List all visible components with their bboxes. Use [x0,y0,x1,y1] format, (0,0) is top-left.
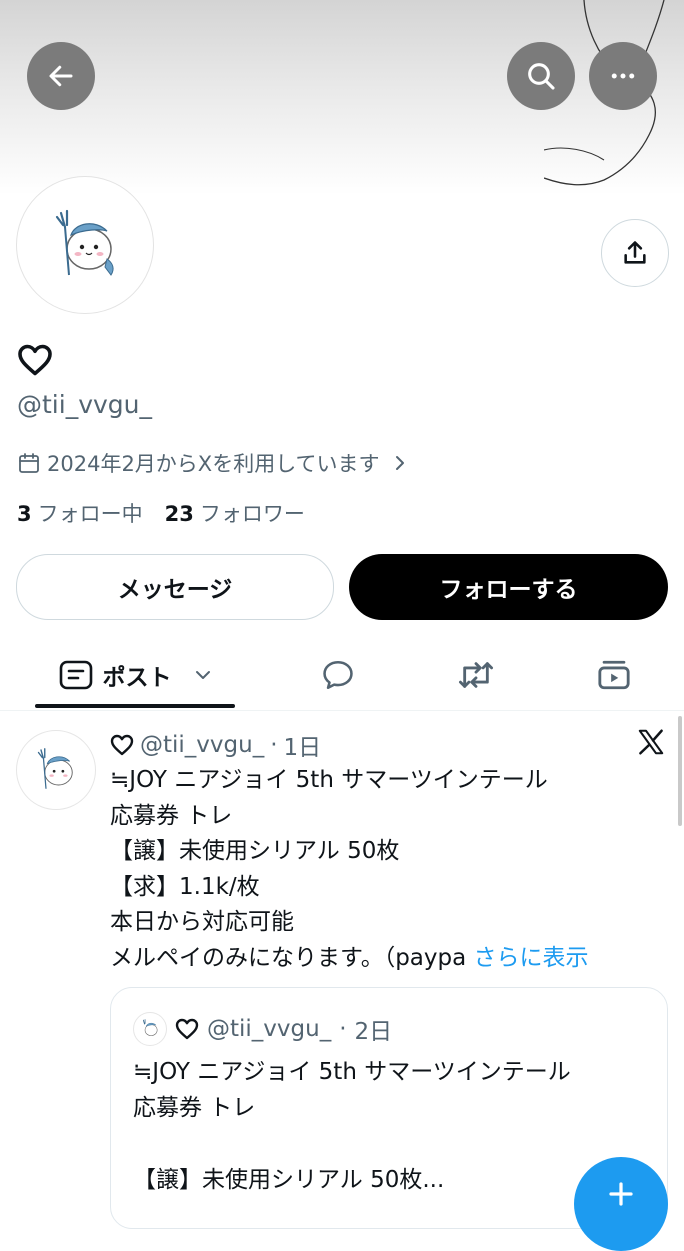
joined-date[interactable]: 2024年2月からXを利用しています [17,448,408,478]
post-time[interactable]: 1日 [284,728,322,762]
followers-label: フォロワー [199,502,305,526]
quoted-text: ≒JOY ニアジョイ 5th サマーツインテール 応募券 トレ 【譲】未使用シリ… [133,1054,653,1198]
post-text-line: メルペイのみになります。（paypa [110,944,467,971]
quoted-post-header: @tii_vvgu_ · 2日 [133,1012,392,1046]
plus-icon [609,1182,633,1206]
profile-tabs: ポスト [0,640,684,711]
tab-media[interactable] [581,640,647,710]
avatar-character-image [142,1019,158,1036]
chevron-right-icon [395,456,404,470]
arrow-left-icon [49,65,73,87]
post-handle[interactable]: @tii_vvgu_ [140,732,264,758]
heart-outline-icon [18,344,52,376]
share-icon [624,241,646,264]
profile-avatar[interactable] [16,176,154,314]
tab-reposts[interactable] [443,640,509,710]
show-more-link[interactable]: さらに表示 [474,945,589,971]
calendar-icon [19,453,39,473]
quoted-separator: · [339,1016,347,1042]
post-text-line: ≒JOY ニアジョイ 5th サマーツインテール [110,767,548,793]
quoted-handle: @tii_vvgu_ [207,1016,332,1042]
post-author-avatar[interactable] [16,730,96,810]
tab-replies[interactable] [305,640,371,710]
more-horizontal-icon [611,73,635,79]
following-label: フォロー中 [37,502,143,526]
chevron-down-icon[interactable] [194,669,212,681]
post-text-line: 本日から対応可能 [110,909,294,936]
followers-count: 23 [164,502,194,526]
joined-text: 2024年2月からXを利用しています [47,452,380,476]
share-profile-button[interactable] [601,219,669,287]
active-tab-indicator [35,704,235,708]
quoted-text-line: ≒JOY ニアジョイ 5th サマーツインテール [133,1059,571,1085]
message-button[interactable]: メッセージ [16,554,334,620]
reposts-icon [459,662,494,688]
follow-stats: 3 フォロー中 23 フォロワー [17,498,305,528]
post-text-line: 応募券 トレ [110,802,233,829]
search-button[interactable] [507,42,575,110]
heart-outline-icon [110,734,134,756]
following-link[interactable]: 3 フォロー中 [17,498,143,528]
post-text-line: 【譲】未使用シリアル 50枚 [110,838,400,865]
search-icon [528,63,555,90]
tab-posts-label: ポスト [102,665,172,691]
follow-button[interactable]: フォローする [349,554,668,620]
post-header: @tii_vvgu_ · 1日 [110,728,321,762]
profile-handle: @tii_vvgu_ [17,390,152,419]
avatar-character-image [55,209,114,276]
post-item[interactable]: @tii_vvgu_ · 1日 ≒JOY ニアジョイ 5th サマーツインテール… [0,711,684,1229]
quoted-text-line [133,1126,653,1162]
back-button[interactable] [27,42,95,110]
post-text: ≒JOY ニアジョイ 5th サマーツインテール 応募券 トレ 【譲】未使用シリ… [110,763,670,977]
display-name [17,343,53,381]
quoted-author-avatar [133,1012,167,1046]
avatar-character-image [37,748,73,789]
post-text-last-line: メルペイのみになります。（paypa さらに表示 [110,941,670,977]
posts-icon [59,660,92,690]
post-separator: · [270,732,278,758]
profile-banner [0,0,684,195]
following-count: 3 [17,502,32,526]
quoted-text-line: 応募券 トレ [133,1095,256,1121]
tab-posts[interactable]: ポスト [35,640,235,710]
x-logo-icon [638,729,664,755]
compose-button[interactable] [574,1157,668,1251]
post-text-line: 【求】1.1k/枚 [110,873,260,900]
followers-link[interactable]: 23 フォロワー [165,498,305,528]
heart-outline-icon [175,1018,199,1040]
more-options-button[interactable] [589,42,657,110]
scrollbar[interactable] [678,716,682,826]
media-icon [598,660,630,690]
quoted-time: 2日 [354,1019,393,1045]
replies-icon [323,660,353,690]
